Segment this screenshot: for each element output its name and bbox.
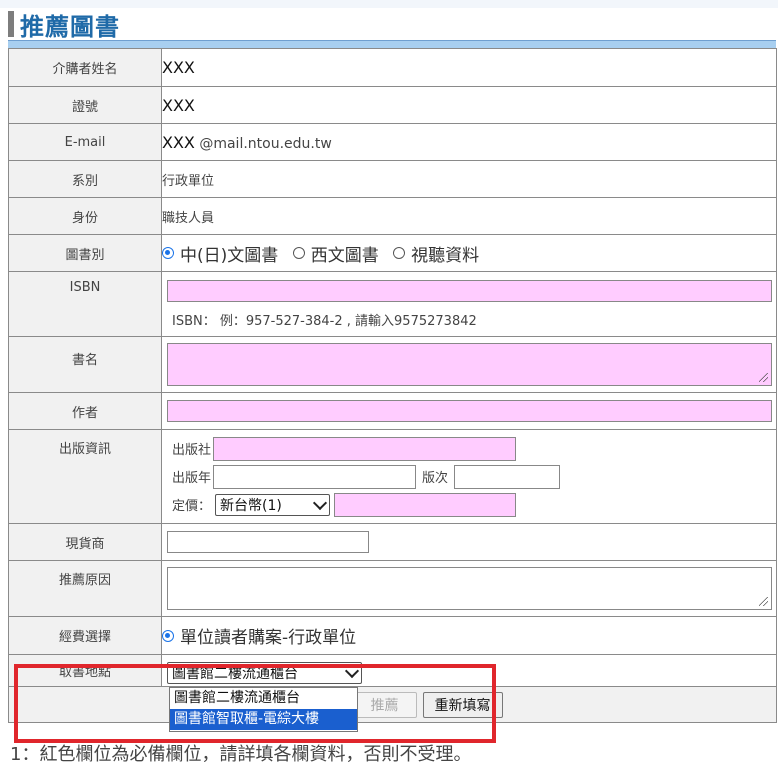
radio-label: 西文圖書	[310, 245, 379, 266]
label-department: 系別	[8, 160, 162, 198]
value-cell: XXX	[161, 86, 777, 124]
radio-book-type-av[interactable]	[393, 247, 406, 259]
page-header: 推薦圖書	[8, 9, 120, 41]
label-funding: 經費選擇	[8, 616, 162, 655]
recommend-form-table: 介購者姓名 XXX 證號 XXX E-mail XXX @mail.ntou.e…	[8, 48, 777, 723]
row-author: 作者	[8, 392, 777, 430]
label-book-title: 書名	[8, 336, 162, 393]
pickup-option-circulation-desk[interactable]: 圖書館二樓流通櫃台	[170, 688, 357, 709]
action-buttons: 推薦 重新填寫	[352, 691, 503, 718]
radio-label: 視聽資料	[411, 245, 480, 266]
book-title-textarea[interactable]	[167, 343, 772, 386]
id-number-value: XXX	[162, 95, 195, 115]
pickup-option-smart-locker[interactable]: 圖書館智取櫃-電綜大樓	[170, 709, 357, 730]
department-value: 行政單位	[162, 173, 215, 189]
row-identity: 身份 職技人員	[8, 197, 777, 235]
price-input[interactable]	[334, 492, 517, 517]
value-cell	[161, 560, 777, 617]
label-publication: 出版資訊	[8, 429, 162, 524]
isbn-hint: ISBN： 例：957-527-384-2 , 請輸入9575273842	[172, 313, 477, 329]
resize-grip-icon[interactable]	[759, 597, 768, 606]
label-vendor: 現貨商	[8, 523, 162, 561]
value-cell: 單位讀者購案-行政單位	[161, 616, 777, 655]
label-isbn: ISBN	[8, 271, 162, 337]
radio-book-type-western[interactable]	[292, 247, 305, 259]
vendor-input[interactable]	[167, 531, 369, 553]
label-recommender-name: 介購者姓名	[8, 48, 162, 87]
value-cell: XXX @mail.ntou.edu.tw	[161, 123, 777, 161]
label-reason: 推薦原因	[8, 560, 162, 617]
label-identity: 身份	[8, 197, 162, 235]
row-reason: 推薦原因	[8, 560, 777, 617]
price-label: 定價：	[172, 499, 212, 514]
currency-select[interactable]: 新台幣(1)	[215, 493, 331, 516]
actions-cell: 推薦 重新填寫	[8, 686, 777, 723]
row-isbn: ISBN ISBN： 例：957-527-384-2 , 請輸入95752738…	[8, 271, 777, 337]
chevron-down-icon	[344, 663, 360, 679]
email-user-value: XXX	[162, 132, 195, 152]
row-id-number: 證號 XXX	[8, 86, 777, 124]
row-recommender-name: 介購者姓名 XXX	[8, 48, 777, 87]
edition-input[interactable]	[454, 464, 561, 489]
value-cell	[161, 523, 777, 561]
required-fields-note: 1：紅色欄位為必備欄位，請詳填各欄資料，否則不受理。	[10, 744, 472, 765]
label-id-number: 證號	[8, 86, 162, 124]
header-rule	[8, 40, 776, 48]
publisher-input[interactable]	[213, 436, 517, 461]
title-accent-bar	[8, 11, 14, 37]
reset-button[interactable]: 重新填寫	[422, 691, 503, 718]
value-cell: 行政單位	[161, 160, 777, 198]
radio-label: 中(日)文圖書	[180, 245, 279, 266]
radio-funding[interactable]	[162, 629, 174, 642]
year-label: 出版年	[172, 471, 212, 486]
label-email: E-mail	[8, 123, 162, 161]
author-input[interactable]	[167, 400, 772, 422]
value-cell: ISBN： 例：957-527-384-2 , 請輸入9575273842	[161, 271, 777, 337]
row-email: E-mail XXX @mail.ntou.edu.tw	[8, 123, 777, 161]
row-vendor: 現貨商	[8, 523, 777, 561]
isbn-input[interactable]	[167, 279, 772, 302]
label-author: 作者	[8, 392, 162, 430]
row-department: 系別 行政單位	[8, 160, 777, 198]
chevron-down-icon	[312, 495, 328, 510]
value-cell: 圖書館二樓流通櫃台	[161, 654, 777, 687]
publish-year-input[interactable]	[213, 464, 417, 489]
recommender-name-value: XXX	[162, 58, 195, 77]
value-cell: XXX	[161, 48, 777, 87]
email-domain: @mail.ntou.edu.tw	[199, 135, 332, 152]
value-cell: 出版社 出版年 版次 定價： 新台幣(1)	[161, 429, 777, 524]
currency-selected: 新台幣(1)	[220, 497, 282, 514]
row-actions: 推薦 重新填寫	[8, 686, 777, 723]
publisher-label: 出版社	[172, 443, 212, 458]
value-cell: 職技人員	[161, 197, 777, 235]
pickup-selected: 圖書館二樓流通櫃台	[172, 666, 298, 682]
submit-button[interactable]: 推薦	[352, 691, 417, 718]
funding-option-label: 單位讀者購案-行政單位	[180, 628, 357, 648]
row-book-title: 書名	[8, 336, 777, 393]
reason-textarea[interactable]	[167, 567, 772, 610]
row-publication: 出版資訊 出版社 出版年 版次 定價： 新台幣(1)	[8, 429, 777, 524]
edition-label: 版次	[422, 471, 449, 486]
publisher-line: 出版社	[172, 436, 776, 461]
radio-book-type-chinese[interactable]	[162, 247, 174, 259]
label-book-type: 圖書別	[8, 234, 162, 272]
value-cell	[161, 336, 777, 393]
resize-grip-icon[interactable]	[759, 373, 768, 382]
label-pickup: 取書地點	[8, 654, 162, 687]
price-line: 定價： 新台幣(1)	[172, 492, 776, 517]
pickup-dropdown-list: 圖書館二樓流通櫃台 圖書館智取櫃-電綜大樓	[169, 687, 358, 732]
page-title: 推薦圖書	[20, 12, 120, 41]
year-edition-line: 出版年 版次	[172, 464, 776, 489]
row-book-type: 圖書別 中(日)文圖書 西文圖書 視聽資料	[8, 234, 777, 272]
value-cell	[161, 392, 777, 430]
row-funding: 經費選擇 單位讀者購案-行政單位	[8, 616, 777, 655]
identity-value: 職技人員	[162, 210, 215, 226]
pickup-select[interactable]: 圖書館二樓流通櫃台	[167, 662, 362, 684]
book-type-radio-group: 中(日)文圖書 西文圖書 視聽資料	[161, 234, 777, 272]
row-pickup: 取書地點 圖書館二樓流通櫃台	[8, 654, 777, 687]
